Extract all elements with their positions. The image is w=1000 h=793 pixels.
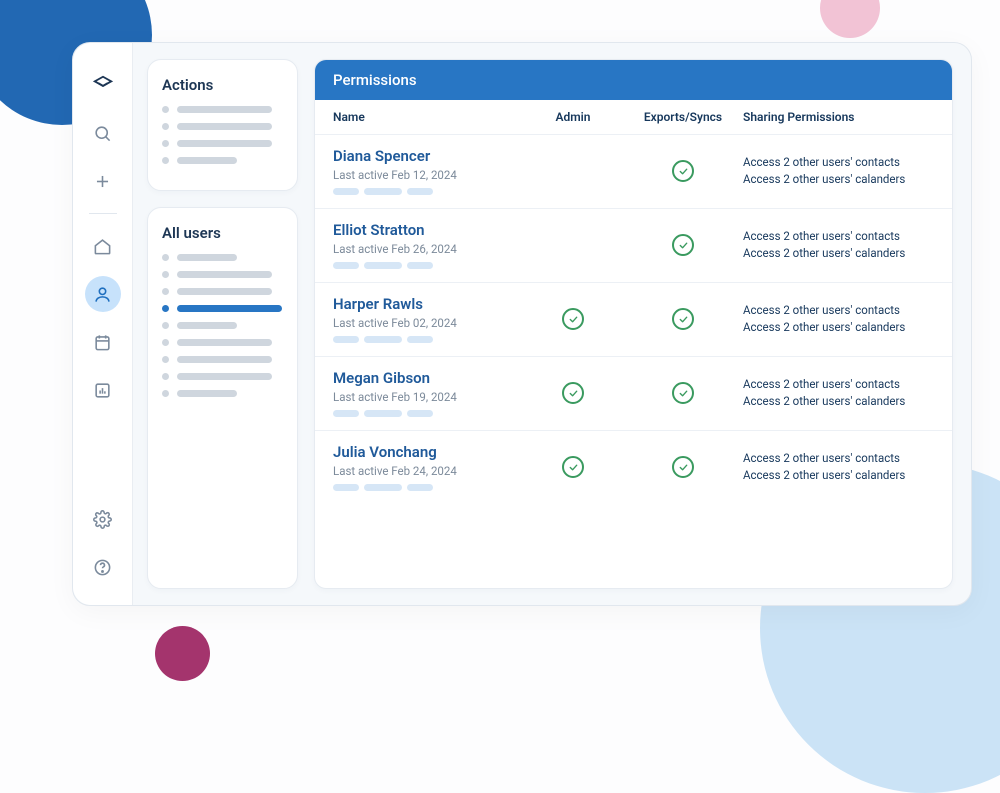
check-icon (672, 160, 694, 182)
action-item[interactable] (162, 123, 283, 130)
permissions-panel: Permissions Name Admin Exports/Syncs Sha… (314, 59, 953, 589)
exports-cell[interactable] (623, 308, 743, 330)
user-cell: Julia Vonchang Last active Feb 24, 2024 (333, 443, 523, 491)
user-last-active: Last active Feb 12, 2024 (333, 168, 523, 182)
sharing-line: Access 2 other users' contacts (743, 154, 934, 171)
user-filter-item[interactable] (162, 322, 283, 329)
check-icon (562, 308, 584, 330)
main-area: Permissions Name Admin Exports/Syncs Sha… (308, 43, 971, 605)
col-name: Name (333, 110, 523, 124)
sharing-line: Access 2 other users' calanders (743, 319, 934, 336)
sharing-line: Access 2 other users' calanders (743, 245, 934, 262)
col-admin: Admin (523, 110, 623, 124)
decoration-circle (820, 0, 880, 38)
table-row[interactable]: Megan Gibson Last active Feb 19, 2024 Acce… (315, 357, 952, 431)
exports-cell[interactable] (623, 382, 743, 404)
exports-cell[interactable] (623, 456, 743, 478)
exports-cell[interactable] (623, 234, 743, 256)
calendar-icon[interactable] (85, 324, 121, 360)
user-tags (333, 336, 523, 343)
users-icon[interactable] (85, 276, 121, 312)
settings-icon[interactable] (85, 501, 121, 537)
user-cell: Harper Rawls Last active Feb 02, 2024 (333, 295, 523, 343)
sharing-cell: Access 2 other users' contactsAccess 2 o… (743, 450, 934, 483)
reports-icon[interactable] (85, 372, 121, 408)
check-icon (672, 456, 694, 478)
check-icon (672, 382, 694, 404)
sharing-cell: Access 2 other users' contactsAccess 2 o… (743, 376, 934, 409)
user-filter-item-selected[interactable] (162, 305, 283, 312)
user-filter-item[interactable] (162, 390, 283, 397)
user-tags (333, 484, 523, 491)
search-icon[interactable] (85, 115, 121, 151)
sharing-cell: Access 2 other users' contactsAccess 2 o… (743, 302, 934, 335)
nav-divider (89, 213, 117, 214)
check-icon (672, 308, 694, 330)
actions-title: Actions (162, 76, 283, 94)
user-last-active: Last active Feb 02, 2024 (333, 316, 523, 330)
user-tags (333, 410, 523, 417)
decoration-circle (155, 626, 210, 681)
sharing-line: Access 2 other users' calanders (743, 393, 934, 410)
admin-cell[interactable] (523, 308, 623, 330)
sharing-cell: Access 2 other users' contactsAccess 2 o… (743, 154, 934, 187)
col-sharing: Sharing Permissions (743, 110, 934, 124)
admin-cell[interactable] (523, 456, 623, 478)
action-item[interactable] (162, 106, 283, 113)
user-tags (333, 262, 523, 269)
exports-cell[interactable] (623, 160, 743, 182)
middle-column: Actions All users (133, 43, 308, 605)
user-name: Harper Rawls (333, 295, 523, 313)
nav-rail (73, 43, 133, 605)
user-filter-item[interactable] (162, 339, 283, 346)
sharing-cell: Access 2 other users' contactsAccess 2 o… (743, 228, 934, 261)
table-row[interactable]: Harper Rawls Last active Feb 02, 2024 Acce… (315, 283, 952, 357)
user-last-active: Last active Feb 26, 2024 (333, 242, 523, 256)
user-tags (333, 188, 523, 195)
user-name: Megan Gibson (333, 369, 523, 387)
user-filter-item[interactable] (162, 356, 283, 363)
user-last-active: Last active Feb 19, 2024 (333, 390, 523, 404)
home-icon[interactable] (85, 228, 121, 264)
sharing-line: Access 2 other users' contacts (743, 376, 934, 393)
user-cell: Elliot Stratton Last active Feb 26, 2024 (333, 221, 523, 269)
help-icon[interactable] (85, 549, 121, 585)
panel-title: Permissions (315, 60, 952, 100)
action-item[interactable] (162, 157, 283, 164)
table-row[interactable]: Diana Spencer Last active Feb 12, 2024 Acc… (315, 135, 952, 209)
add-icon[interactable] (85, 163, 121, 199)
check-icon (562, 382, 584, 404)
user-filter-item[interactable] (162, 288, 283, 295)
user-cell: Diana Spencer Last active Feb 12, 2024 (333, 147, 523, 195)
sharing-line: Access 2 other users' calanders (743, 171, 934, 188)
user-name: Elliot Stratton (333, 221, 523, 239)
all-users-title: All users (162, 224, 283, 242)
admin-cell[interactable] (523, 382, 623, 404)
user-last-active: Last active Feb 24, 2024 (333, 464, 523, 478)
check-icon (672, 234, 694, 256)
user-cell: Megan Gibson Last active Feb 19, 2024 (333, 369, 523, 417)
sharing-line: Access 2 other users' contacts (743, 302, 934, 319)
table-row[interactable]: Julia Vonchang Last active Feb 24, 2024 Ac… (315, 431, 952, 504)
user-filter-item[interactable] (162, 254, 283, 261)
user-name: Diana Spencer (333, 147, 523, 165)
action-item[interactable] (162, 140, 283, 147)
col-exports: Exports/Syncs (623, 110, 743, 124)
logo-icon[interactable] (85, 67, 121, 103)
check-icon (562, 456, 584, 478)
table-body: Diana Spencer Last active Feb 12, 2024 Acc… (315, 135, 952, 588)
actions-card: Actions (147, 59, 298, 191)
app-window: Actions All users Permissions Name Admin (72, 42, 972, 606)
user-filter-item[interactable] (162, 271, 283, 278)
user-filter-item[interactable] (162, 373, 283, 380)
sharing-line: Access 2 other users' contacts (743, 228, 934, 245)
table-row[interactable]: Elliot Stratton Last active Feb 26, 2024 A… (315, 209, 952, 283)
user-name: Julia Vonchang (333, 443, 523, 461)
sharing-line: Access 2 other users' calanders (743, 467, 934, 484)
table-header: Name Admin Exports/Syncs Sharing Permiss… (315, 100, 952, 135)
sharing-line: Access 2 other users' contacts (743, 450, 934, 467)
all-users-card: All users (147, 207, 298, 589)
